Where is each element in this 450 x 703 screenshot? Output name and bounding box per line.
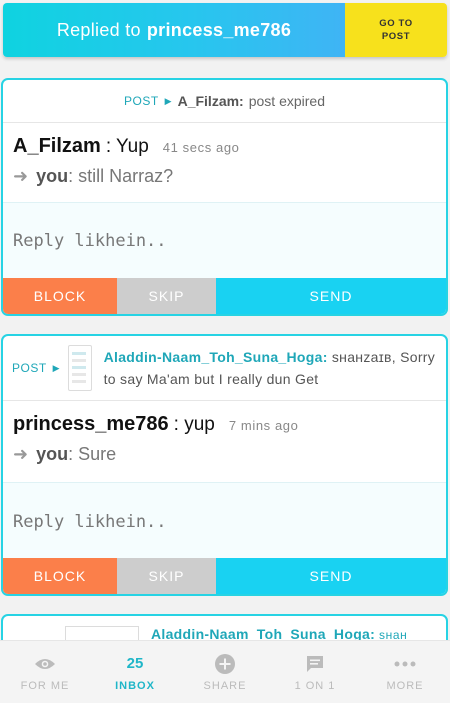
post-tag: POST bbox=[12, 361, 47, 375]
nav-item-inbox[interactable]: 25 INBOX bbox=[90, 641, 180, 703]
reply-box bbox=[3, 482, 446, 561]
reply-box bbox=[3, 202, 446, 279]
nav-label: SHARE bbox=[203, 679, 247, 692]
message-time: 7 mins ago bbox=[228, 418, 299, 433]
reply-input[interactable] bbox=[3, 203, 446, 279]
block-button[interactable]: BLOCK bbox=[3, 278, 117, 314]
triangle-right-icon: ▶ bbox=[52, 362, 60, 373]
nav-item-more[interactable]: MORE bbox=[360, 641, 450, 703]
card-actions: BLOCK SKIP SEND bbox=[3, 278, 446, 314]
post-tag: POST bbox=[124, 94, 159, 108]
you-text: : still Narraz? bbox=[68, 166, 174, 186]
card-actions: BLOCK SKIP SEND bbox=[3, 558, 446, 594]
arrow-right-icon: ➜ bbox=[13, 166, 29, 186]
message-text: : Yup bbox=[105, 136, 149, 157]
you-label: you bbox=[36, 166, 69, 186]
message-text: : yup bbox=[173, 414, 215, 435]
nav-label: FOR ME bbox=[20, 679, 70, 692]
replied-prefix: Replied to bbox=[56, 19, 141, 40]
replied-banner: Replied to princess_me786 GO TO POST bbox=[3, 3, 447, 57]
chat-icon bbox=[305, 653, 325, 675]
your-last-message: ➜ you : Sure bbox=[13, 444, 436, 465]
post-preview: Aladdin-Naam_Toh_Suna_Hoga: sʜaʜzaɪʙ, So… bbox=[104, 346, 446, 390]
inbox-count: 25 bbox=[127, 653, 144, 675]
block-button[interactable]: BLOCK bbox=[3, 558, 117, 594]
inbox-count-value: 25 bbox=[126, 655, 144, 672]
message-area: princess_me786 : yup 7 mins ago ➜ you : … bbox=[3, 401, 446, 465]
reply-input[interactable] bbox=[3, 483, 446, 561]
post-author: A_Filzam: bbox=[177, 93, 244, 109]
skip-button[interactable]: SKIP bbox=[117, 558, 216, 594]
post-thumbnail bbox=[67, 345, 92, 391]
replied-username: princess_me786 bbox=[146, 19, 292, 40]
post-status: post expired bbox=[248, 93, 325, 109]
nav-item-one-on-one[interactable]: 1 ON 1 bbox=[270, 641, 360, 703]
message-username[interactable]: princess_me786 bbox=[13, 413, 169, 436]
arrow-right-icon: ➜ bbox=[13, 444, 29, 464]
your-last-message: ➜ you : still Narraz? bbox=[13, 166, 436, 187]
message-time: 41 secs ago bbox=[162, 140, 240, 155]
nav-label: INBOX bbox=[115, 679, 155, 692]
message-area: A_Filzam : Yup 41 secs ago ➜ you : still… bbox=[3, 123, 446, 187]
inbox-card: POST ▶ A_Filzam: post expired A_Filzam :… bbox=[1, 78, 448, 316]
nav-item-share[interactable]: SHARE bbox=[180, 641, 270, 703]
eye-icon bbox=[34, 653, 56, 675]
skip-button[interactable]: SKIP bbox=[117, 278, 216, 314]
plus-circle-icon bbox=[215, 653, 235, 675]
you-label: you bbox=[36, 444, 69, 464]
triangle-right-icon: ▶ bbox=[164, 95, 172, 106]
bottom-nav: FOR ME 25 INBOX SHARE 1 ON 1 MORE bbox=[0, 640, 450, 703]
message-header: A_Filzam : Yup 41 secs ago bbox=[13, 135, 436, 158]
nav-item-for-me[interactable]: FOR ME bbox=[0, 641, 90, 703]
post-reference[interactable]: POST ▶ Aladdin-Naam_Toh_Suna_Hoga: sʜaʜz… bbox=[3, 336, 446, 401]
send-button[interactable]: SEND bbox=[216, 278, 446, 314]
nav-label: MORE bbox=[386, 679, 424, 692]
inbox-card: POST ▶ Aladdin-Naam_Toh_Suna_Hoga: sʜaʜz… bbox=[1, 334, 448, 596]
replied-banner-text: Replied to princess_me786 bbox=[3, 3, 345, 57]
more-dots-icon bbox=[394, 653, 416, 675]
go-to-post-button[interactable]: GO TO POST bbox=[345, 3, 447, 57]
post-reference[interactable]: POST ▶ A_Filzam: post expired bbox=[3, 80, 446, 123]
nav-label: 1 ON 1 bbox=[294, 679, 336, 692]
post-author: Aladdin-Naam_Toh_Suna_Hoga: bbox=[103, 349, 328, 365]
you-text: : Sure bbox=[68, 444, 117, 464]
send-button[interactable]: SEND bbox=[216, 558, 446, 594]
message-header: princess_me786 : yup 7 mins ago bbox=[13, 413, 436, 436]
message-username[interactable]: A_Filzam bbox=[13, 135, 101, 158]
